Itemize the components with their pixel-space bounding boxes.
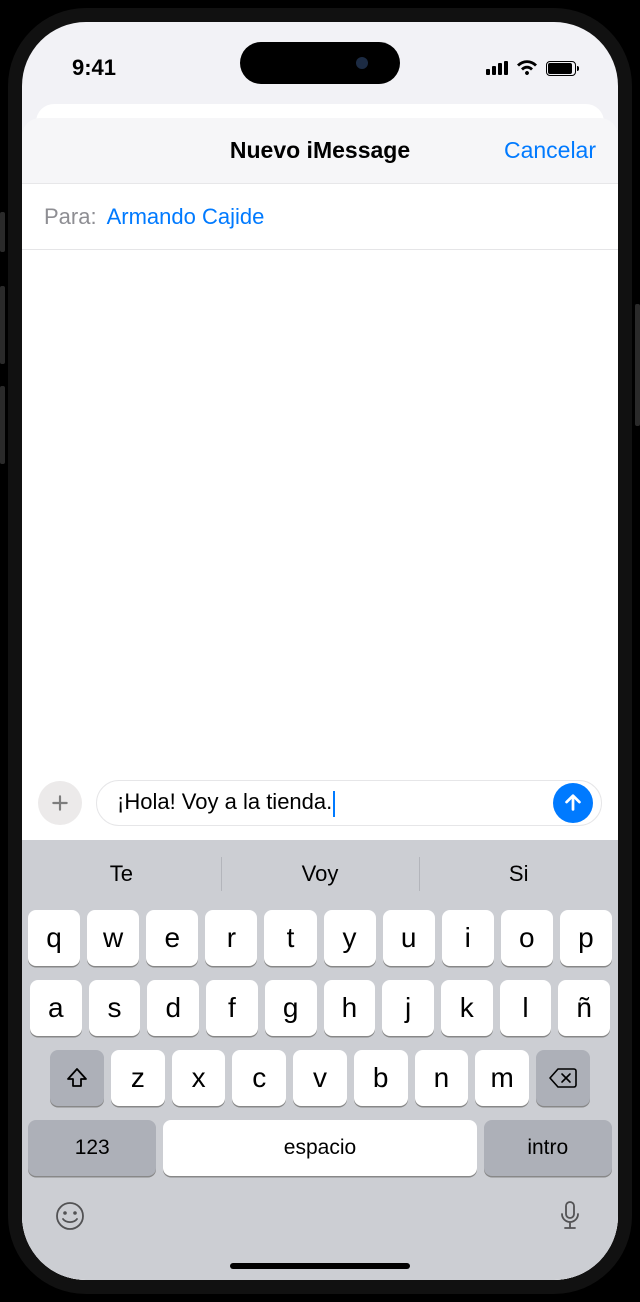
key-e[interactable]: e — [146, 910, 198, 966]
key-g[interactable]: g — [265, 980, 317, 1036]
key-y[interactable]: y — [324, 910, 376, 966]
conversation-area — [22, 250, 618, 772]
message-text: ¡Hola! Voy a la tienda. — [117, 789, 545, 816]
keyboard-row-1: q w e r t y u i o p — [28, 910, 612, 966]
suggestion-3[interactable]: Si — [419, 844, 618, 904]
dictate-button[interactable] — [552, 1198, 588, 1234]
key-v[interactable]: v — [293, 1050, 347, 1106]
recipient-label: Para: — [44, 204, 97, 230]
emoji-icon — [54, 1200, 86, 1232]
cancel-button[interactable]: Cancelar — [504, 137, 596, 164]
key-k[interactable]: k — [441, 980, 493, 1036]
key-z[interactable]: z — [111, 1050, 165, 1106]
keyboard: Te Voy Si q w e r t y u i o p — [22, 840, 618, 1280]
key-r[interactable]: r — [205, 910, 257, 966]
home-indicator[interactable] — [230, 1263, 410, 1269]
suggestion-2[interactable]: Voy — [221, 844, 420, 904]
key-i[interactable]: i — [442, 910, 494, 966]
status-time: 9:41 — [72, 55, 116, 81]
key-s[interactable]: s — [89, 980, 141, 1036]
shift-icon — [65, 1066, 89, 1090]
keyboard-row-4: 123 espacio intro — [28, 1120, 612, 1176]
key-w[interactable]: w — [87, 910, 139, 966]
key-q[interactable]: q — [28, 910, 80, 966]
suggestion-1[interactable]: Te — [22, 844, 221, 904]
suggestion-bar: Te Voy Si — [22, 844, 618, 904]
add-attachment-button[interactable] — [38, 781, 82, 825]
dynamic-island — [240, 42, 400, 84]
delete-key[interactable] — [536, 1050, 590, 1106]
page-title: Nuevo iMessage — [230, 137, 410, 164]
nav-header: Nuevo iMessage Cancelar — [22, 118, 618, 184]
key-h[interactable]: h — [324, 980, 376, 1036]
message-input-bar: ¡Hola! Voy a la tienda. — [22, 772, 618, 840]
space-key[interactable]: espacio — [163, 1120, 476, 1176]
return-key[interactable]: intro — [484, 1120, 612, 1176]
numeric-key[interactable]: 123 — [28, 1120, 156, 1176]
key-c[interactable]: c — [232, 1050, 286, 1106]
battery-icon — [546, 61, 576, 76]
recipient-field[interactable]: Para: Armando Cajide — [22, 184, 618, 250]
wifi-icon — [516, 60, 538, 76]
message-text-input[interactable]: ¡Hola! Voy a la tienda. — [96, 780, 602, 826]
recipient-name: Armando Cajide — [107, 204, 265, 230]
arrow-up-icon — [562, 792, 584, 814]
plus-icon — [50, 793, 70, 813]
key-t[interactable]: t — [264, 910, 316, 966]
backspace-icon — [549, 1067, 577, 1089]
key-f[interactable]: f — [206, 980, 258, 1036]
key-n[interactable]: n — [415, 1050, 469, 1106]
compose-sheet: Nuevo iMessage Cancelar Para: Armando Ca… — [22, 118, 618, 1280]
emoji-button[interactable] — [52, 1198, 88, 1234]
key-x[interactable]: x — [172, 1050, 226, 1106]
keyboard-bottom-bar — [22, 1196, 618, 1234]
cellular-signal-icon — [486, 61, 508, 75]
key-l[interactable]: l — [500, 980, 552, 1036]
key-p[interactable]: p — [560, 910, 612, 966]
key-a[interactable]: a — [30, 980, 82, 1036]
keyboard-row-3: z x c v b n m — [28, 1050, 612, 1106]
mic-icon — [558, 1200, 582, 1232]
keyboard-row-2: a s d f g h j k l ñ — [28, 980, 612, 1036]
send-button[interactable] — [553, 783, 593, 823]
key-d[interactable]: d — [147, 980, 199, 1036]
key-j[interactable]: j — [382, 980, 434, 1036]
key-u[interactable]: u — [383, 910, 435, 966]
key-enye[interactable]: ñ — [558, 980, 610, 1036]
shift-key[interactable] — [50, 1050, 104, 1106]
key-m[interactable]: m — [475, 1050, 529, 1106]
key-o[interactable]: o — [501, 910, 553, 966]
key-b[interactable]: b — [354, 1050, 408, 1106]
